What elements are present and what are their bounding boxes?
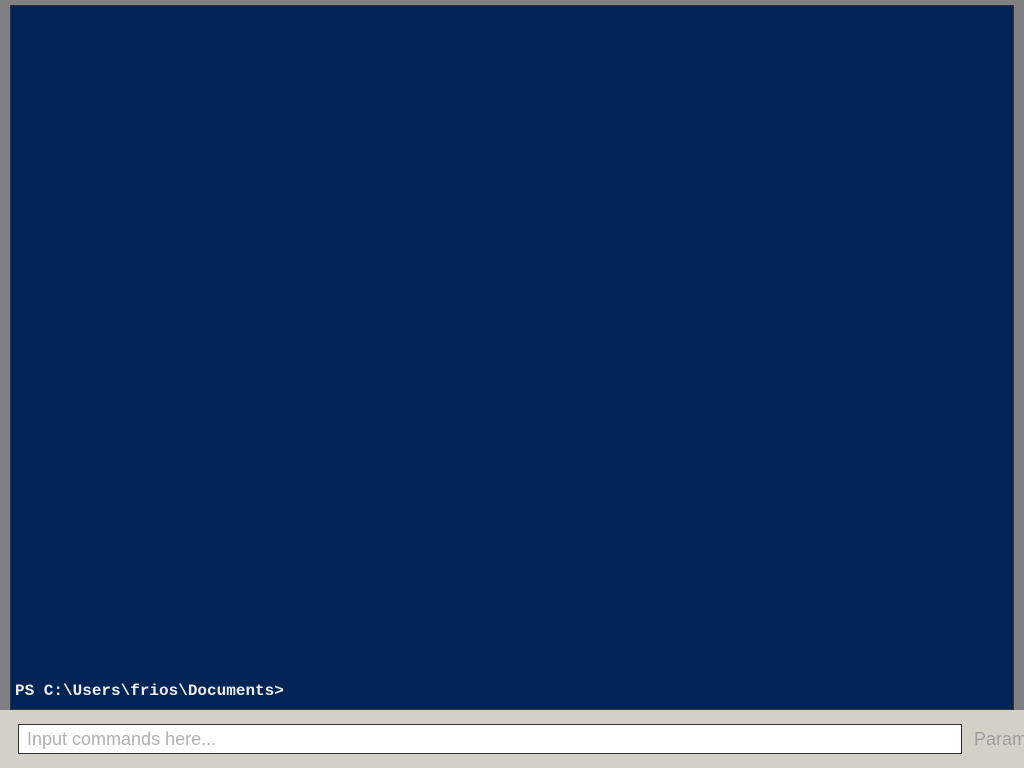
prompt-text: PS C:\Users\frios\Documents> — [15, 682, 284, 700]
terminal-pane[interactable]: PS C:\Users\frios\Documents> — [10, 5, 1014, 710]
command-input[interactable] — [18, 724, 962, 754]
bottom-bar: Param — [0, 710, 1024, 768]
param-label: Param — [974, 729, 1024, 750]
terminal-output: PS C:\Users\frios\Documents> — [11, 680, 1013, 709]
prompt-line: PS C:\Users\frios\Documents> — [15, 682, 1009, 701]
